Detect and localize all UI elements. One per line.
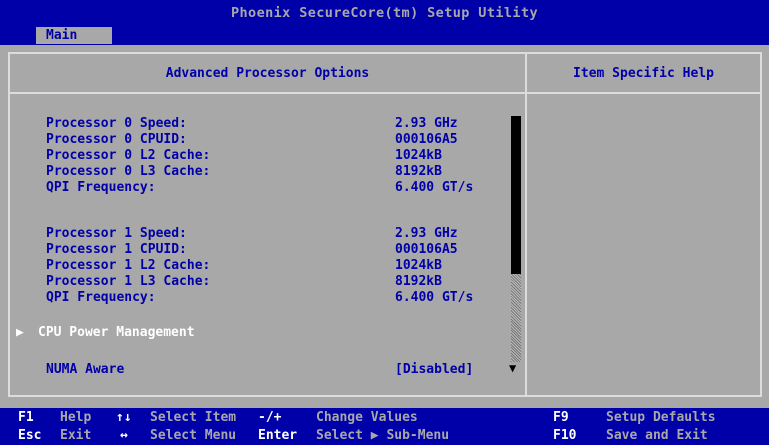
setting-value: 000106A5 (395, 132, 458, 147)
key-up-down: ↑↓ (116, 410, 132, 425)
setting-value: 1024kB (395, 148, 442, 163)
panel-divider-horizontal (10, 92, 760, 94)
app-title: Phoenix SecureCore(tm) Setup Utility (231, 5, 538, 21)
setting-label: QPI Frequency: (46, 290, 156, 305)
key-esc: Esc (18, 428, 42, 443)
key-plus-minus-desc: Change Values (316, 410, 418, 425)
setting-label: Processor 0 L3 Cache: (46, 164, 211, 179)
key-f1-desc: Help (60, 410, 92, 425)
main-frame: Advanced Processor Options Item Specific… (8, 52, 762, 397)
menu-bar: Main (0, 25, 769, 45)
title-bar: Phoenix SecureCore(tm) Setup Utility (0, 0, 769, 25)
numa-aware-value[interactable]: [Disabled] (395, 362, 473, 378)
tab-main[interactable]: Main (36, 27, 112, 44)
setting-label: Processor 1 CPUID: (46, 242, 187, 257)
key-f10-desc: Save and Exit (606, 428, 708, 443)
setting-label: Processor 0 L2 Cache: (46, 148, 211, 163)
key-f9-desc: Setup Defaults (606, 410, 716, 425)
scrollbar-track[interactable] (511, 274, 521, 362)
setting-value: 6.400 GT/s (395, 290, 474, 305)
scroll-down-arrow-icon[interactable]: ▼ (509, 361, 516, 375)
setting-value: 2.93 GHz (395, 226, 458, 241)
setting-label: Processor 1 L2 Cache: (46, 258, 211, 273)
setting-value: 000106A5 (395, 242, 458, 257)
setting-label: Processor 0 CPUID: (46, 132, 187, 147)
setting-value: 1024kB (395, 258, 442, 273)
cpu-power-management-submenu[interactable]: ▶ CPU Power Management (16, 325, 195, 341)
key-esc-desc: Exit (60, 428, 92, 443)
numa-aware-setting[interactable]: NUMA Aware [Disabled] (46, 362, 496, 378)
setting-label: QPI Frequency: (46, 180, 156, 195)
key-f1: F1 (18, 410, 34, 425)
numa-aware-label: NUMA Aware (46, 362, 125, 377)
key-up-down-desc: Select Item (150, 410, 237, 425)
key-left-right-desc: Select Menu (150, 428, 237, 443)
setting-value: 8192kB (395, 274, 442, 289)
key-left-right: ↔ (120, 428, 128, 443)
key-help-bar: F1 Help ↑↓ Select Item -/+ Change Values… (0, 408, 769, 445)
key-enter-desc: Select ▶ Sub-Menu (316, 428, 450, 443)
scrollbar-thumb[interactable] (511, 116, 521, 274)
setting-value: 8192kB (395, 164, 442, 179)
key-f10: F10 (553, 428, 577, 443)
key-plus-minus: -/+ (258, 410, 282, 425)
setting-value: 6.400 GT/s (395, 180, 474, 195)
setting-label: Processor 0 Speed: (46, 116, 187, 131)
panel-divider-vertical (525, 54, 527, 395)
help-panel-title: Item Specific Help (573, 66, 714, 81)
panel-title: Advanced Processor Options (165, 66, 370, 81)
submenu-arrow-icon: ▶ (16, 325, 24, 340)
setting-label: Processor 1 Speed: (46, 226, 187, 241)
key-enter: Enter (258, 428, 298, 443)
submenu-label: CPU Power Management (38, 325, 195, 340)
key-f9: F9 (553, 410, 569, 425)
setting-value: 2.93 GHz (395, 116, 458, 131)
setting-label: Processor 1 L3 Cache: (46, 274, 211, 289)
